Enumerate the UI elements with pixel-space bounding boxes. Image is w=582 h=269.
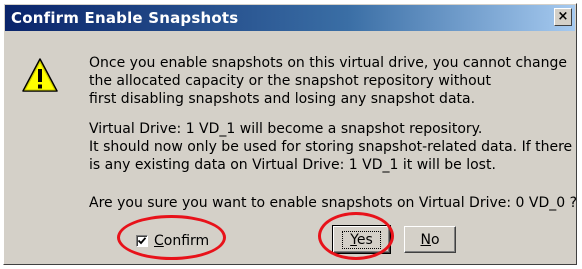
label-text: onfirm <box>163 233 210 249</box>
message-line: Once you enable snapshots on this virtua… <box>89 55 567 71</box>
label-text: o <box>430 231 440 248</box>
no-button-label: No <box>420 232 439 248</box>
checkmark-icon <box>137 237 147 245</box>
yes-button[interactable]: Yes <box>332 225 391 254</box>
mnemonic-letter: Y <box>350 231 357 248</box>
label-text: es <box>356 231 373 248</box>
message-line: Virtual Drive: 1 VD_1 will become a snap… <box>89 121 483 137</box>
message-line: first disabling snapshots and losing any… <box>89 91 476 107</box>
close-icon: × <box>557 9 569 24</box>
yes-button-label: Yes <box>342 230 381 249</box>
warning-icon <box>22 58 58 92</box>
checkbox-box[interactable] <box>136 235 148 247</box>
close-button[interactable]: × <box>554 8 572 26</box>
message-line: It should now only be used for storing s… <box>89 139 573 155</box>
dialog-title: Confirm Enable Snapshots <box>11 9 239 27</box>
message-line: is any existing data on Virtual Drive: 1… <box>89 157 496 173</box>
confirm-dialog: Confirm Enable Snapshots × Once you enab… <box>3 3 577 265</box>
message-line: the allocated capacity or the snapshot r… <box>89 73 491 89</box>
title-bar[interactable]: Confirm Enable Snapshots × <box>5 5 575 31</box>
mnemonic-letter: N <box>420 231 431 248</box>
confirmation-question: Are you sure you want to enable snapshot… <box>89 195 578 211</box>
no-button[interactable]: No <box>404 226 456 253</box>
confirm-checkbox-label[interactable]: Confirm <box>154 233 209 249</box>
message-paragraph-1: Once you enable snapshots on this virtua… <box>89 54 567 108</box>
confirm-checkbox[interactable]: Confirm <box>136 231 209 251</box>
mnemonic-letter: C <box>154 233 164 249</box>
message-paragraph-2: Virtual Drive: 1 VD_1 will become a snap… <box>89 120 572 174</box>
